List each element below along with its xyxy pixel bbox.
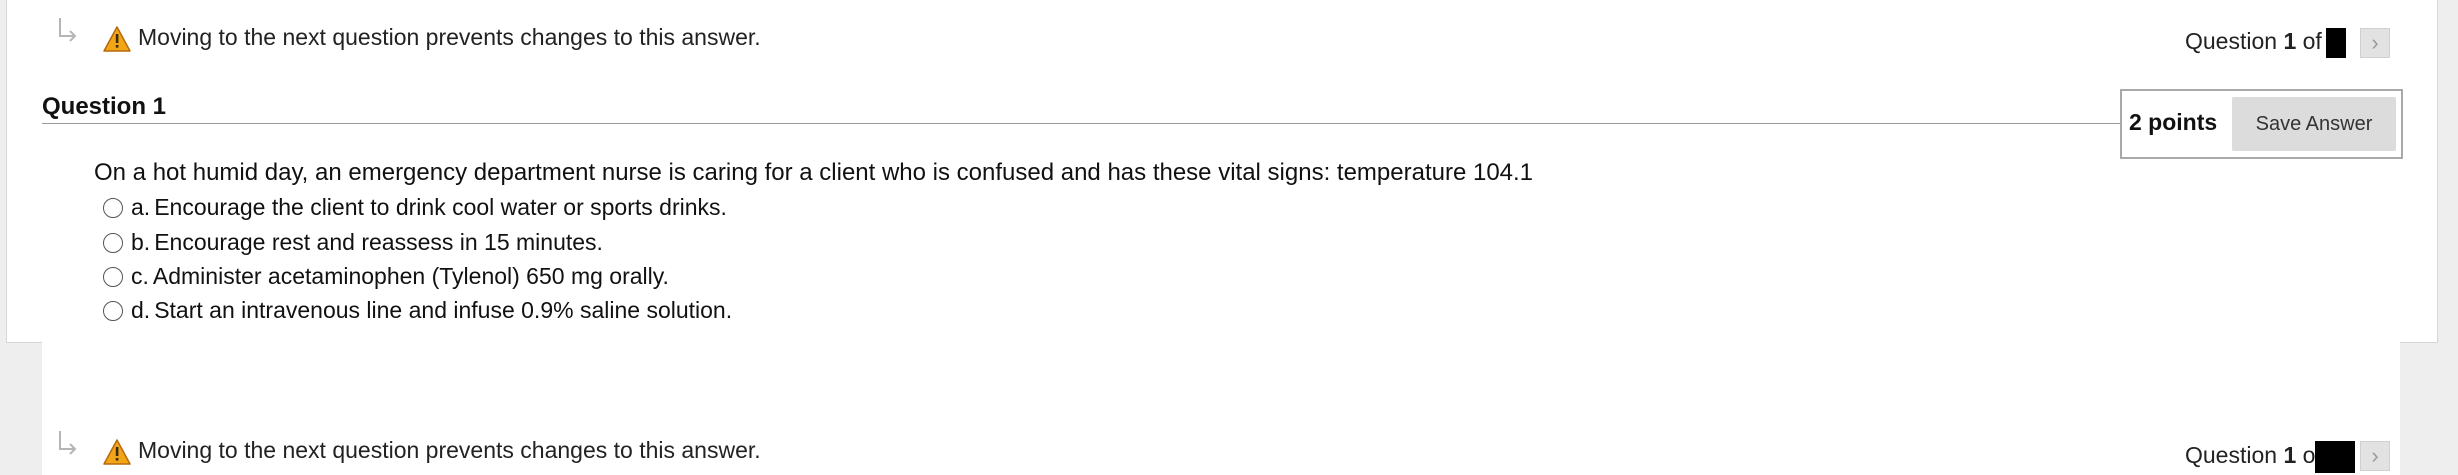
question-title: Question 1 [42, 93, 167, 120]
turn-arrow-icon [59, 431, 77, 455]
answer-option-c[interactable]: c. Administer acetaminophen (Tylenol) 65… [103, 263, 669, 290]
question-counter-top: Question 1 of [2185, 28, 2346, 58]
counter-of: o [2296, 442, 2316, 469]
answer-letter: c. [131, 263, 149, 289]
points-box: 2 points Save Answer [2120, 89, 2403, 159]
counter-of: of [2296, 28, 2322, 55]
answer-option-b[interactable]: b. Encourage rest and reassess in 15 min… [103, 229, 603, 256]
answer-letter: b. [131, 229, 151, 255]
radio-button[interactable] [103, 197, 123, 218]
warning-triangle-icon [103, 439, 131, 465]
next-question-button[interactable]: › [2360, 441, 2390, 471]
radio-button[interactable] [103, 266, 123, 287]
answer-letter: d. [131, 297, 151, 323]
warning-triangle-icon [103, 26, 131, 52]
chevron-right-icon: › [2371, 30, 2379, 55]
answer-option-a[interactable]: a. Encourage the client to drink cool wa… [103, 194, 727, 221]
redacted-total [2325, 28, 2346, 58]
answer-option-d[interactable]: d. Start an intravenous line and infuse … [103, 297, 732, 324]
answer-text: Encourage rest and reassess in 15 minute… [154, 229, 603, 255]
question-counter-bottom: Question 1 o [2185, 441, 2356, 473]
answer-text: Encourage the client to drink cool water… [154, 194, 727, 220]
question-text: On a hot humid day, an emergency departm… [94, 159, 1534, 186]
warning-message: Moving to the next question prevents cha… [138, 437, 761, 463]
counter-number: 1 [2283, 28, 2297, 55]
radio-button[interactable] [103, 300, 123, 321]
warning-message: Moving to the next question prevents cha… [138, 24, 761, 50]
radio-button[interactable] [103, 232, 123, 253]
turn-arrow-icon [59, 18, 77, 42]
answer-text: Administer acetaminophen (Tylenol) 650 m… [152, 263, 669, 289]
redacted-total [2315, 441, 2356, 473]
counter-prefix: Question [2185, 28, 2284, 55]
answer-text: Start an intravenous line and infuse 0.9… [154, 297, 733, 323]
counter-prefix: Question [2185, 442, 2284, 469]
question-divider [42, 123, 2122, 124]
answer-letter: a. [131, 194, 151, 220]
points-label: 2 points [2129, 109, 2218, 135]
next-question-button[interactable]: › [2360, 28, 2390, 58]
chevron-right-icon: › [2371, 443, 2379, 468]
counter-number: 1 [2283, 442, 2297, 469]
save-answer-button[interactable]: Save Answer [2232, 97, 2396, 151]
